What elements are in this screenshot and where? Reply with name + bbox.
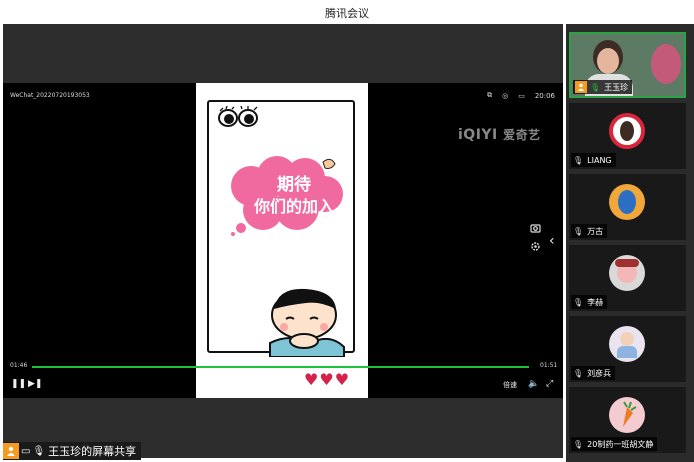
participant-label: 🎙 李赫 [571, 295, 608, 309]
pause-icon[interactable]: ❚❚ [11, 379, 26, 389]
avatar [609, 326, 645, 362]
clock-text: 20:06 [534, 91, 555, 100]
participant-list: 🎙 王玉珍 🎙 LIANG 🎙 万古 🎙 李赫 🎙 刘彦兵 🎙 20制药一班胡文… [566, 24, 694, 462]
participant-tile[interactable]: 🎙 LIANG [569, 103, 686, 169]
time-current: 01:46 [10, 362, 28, 369]
window-title: 腾讯会议 [325, 7, 369, 20]
gear-icon[interactable] [530, 241, 541, 252]
participant-label: 🎙 LIANG [571, 153, 616, 167]
avatar [609, 397, 645, 433]
phone-frame: 期待 你们的加入 [207, 100, 355, 357]
video-filename: WeChat_20220720193053 [10, 92, 90, 99]
cloud-text: 期待 你们的加入 [253, 175, 334, 216]
screen-share-text: 王玉珍的屏幕共享 [48, 445, 137, 458]
participant-tile[interactable]: 🎙 王玉珍 [569, 32, 686, 98]
mic-muted-icon: 🎙 [573, 226, 584, 236]
participant-tile[interactable]: 🎙 万古 [569, 174, 686, 240]
picture-in-picture-icon[interactable]: ⧉ [487, 91, 492, 100]
settings-icon[interactable]: ◎ [502, 92, 508, 100]
volume-icon[interactable]: 🔈 [528, 379, 539, 389]
screen-share-label: ▭ 🎙 王玉珍的屏幕共享 [3, 442, 142, 460]
video-player[interactable]: WeChat_20220720193053 ⧉ ◎ ▭ 20:06 iQIYI … [3, 83, 563, 398]
side-controls [530, 223, 542, 252]
camera-icon[interactable] [530, 223, 541, 233]
fullscreen-icon[interactable]: ⤢ [546, 379, 553, 389]
participant-label: 🎙 王玉珍 [573, 80, 633, 94]
user-badge-icon [3, 443, 19, 459]
iqiyi-watermark: iQIYI 爱奇艺 [458, 127, 541, 143]
avatar [609, 184, 645, 220]
control-bar: ❚❚ ▶❚ 倍速 🔈 ⤢ [3, 379, 563, 393]
cartoon-boy-illustration [269, 288, 345, 357]
participant-label: 🎙 刘彦兵 [571, 366, 616, 380]
speed-button[interactable]: 倍速 [503, 380, 517, 390]
chevron-left-icon[interactable]: ‹ [549, 233, 555, 249]
host-badge-icon [575, 81, 587, 93]
eyes-icon [218, 106, 258, 127]
video-frame: 期待 你们的加入 ♥♥♥ [196, 83, 368, 398]
player-top-icons: ⧉ ◎ ▭ 20:06 [487, 91, 555, 100]
avatar [609, 113, 645, 149]
participant-tile[interactable]: 🎙 刘彦兵 [569, 316, 686, 382]
screen-share-icon: ▭ [21, 445, 31, 457]
participant-tile[interactable]: 🎙 20制药一班胡文静 [569, 387, 686, 453]
battery-icon: ▭ [518, 91, 525, 100]
avatar [609, 255, 645, 291]
microphone-icon: 🎙 [590, 82, 601, 92]
mic-muted-icon: 🎙 [573, 439, 584, 449]
next-icon[interactable]: ▶❚ [28, 379, 42, 389]
mic-muted-icon: 🎙 [573, 297, 584, 307]
title-bar: 腾讯会议 [0, 0, 694, 24]
time-total: 01:51 [540, 362, 558, 369]
mic-muted-icon: 🎙 [573, 155, 584, 165]
progress-bar[interactable] [32, 366, 529, 368]
meeting-window: 腾讯会议 WeChat_20220720193053 ⧉ ◎ ▭ 20:06 i… [0, 0, 694, 462]
carrot-icon [623, 401, 637, 427]
participant-label: 🎙 20制药一班胡文静 [571, 437, 658, 451]
participant-tile[interactable]: 🎙 李赫 [569, 245, 686, 311]
microphone-icon: 🎙 [32, 445, 46, 457]
mic-muted-icon: 🎙 [573, 368, 584, 378]
participant-label: 🎙 万古 [571, 224, 608, 238]
